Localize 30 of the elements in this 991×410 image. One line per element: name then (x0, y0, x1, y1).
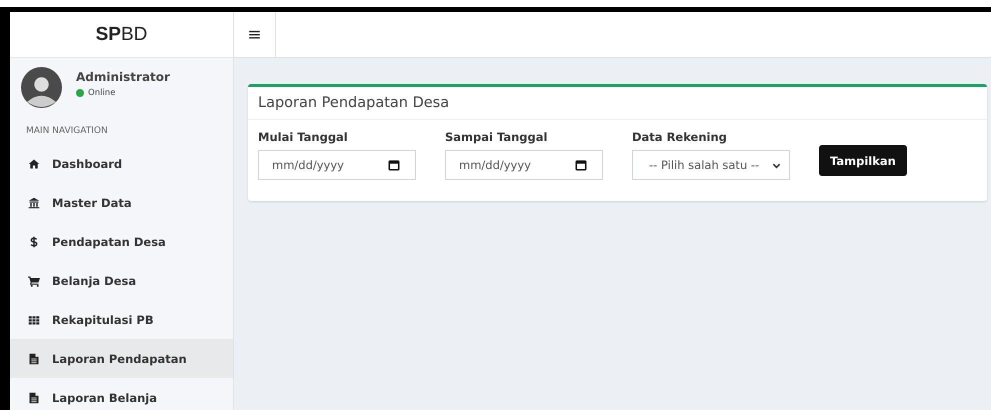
field-label: Mulai Tanggal (258, 130, 349, 144)
nav-item[interactable]: Rekapitulasi PB (10, 300, 233, 339)
user-name: Administrator (76, 70, 170, 84)
user-status: Online (88, 88, 116, 98)
nav-item[interactable]: Dashboard (10, 144, 233, 183)
section-header: MAIN NAVIGATION (25, 125, 109, 138)
nav-item[interactable]: Belanja Desa (10, 261, 233, 300)
field-label: Data Rekening (632, 130, 728, 144)
show-button[interactable]: Tampilkan (819, 145, 907, 176)
chevron-down-icon (772, 160, 781, 170)
card-title: Laporan Pendapatan Desa (248, 87, 987, 120)
grid-icon (28, 314, 40, 326)
cart-icon (28, 274, 40, 286)
document-icon (28, 352, 40, 364)
nav-item[interactable]: Laporan Pendapatan (10, 339, 233, 378)
bank-icon (28, 196, 40, 208)
date-field[interactable]: mm/dd/yyyy (445, 150, 603, 180)
document-icon (28, 392, 40, 404)
app-logo: SPBD (10, 12, 233, 58)
nav-item[interactable]: Laporan Belanja (10, 378, 233, 410)
date-field[interactable]: mm/dd/yyyy (258, 150, 416, 180)
nav-item[interactable]: Master Data (10, 183, 233, 222)
dollar-icon (28, 236, 40, 248)
calendar-icon (388, 159, 400, 171)
field-label: Sampai Tanggal (445, 130, 548, 144)
nav-item[interactable]: Pendapatan Desa (10, 222, 233, 261)
avatar-icon (21, 67, 62, 108)
home-icon (28, 158, 40, 170)
calendar-icon (575, 159, 587, 171)
dropdown[interactable]: -- Pilih salah satu -- (632, 150, 790, 180)
